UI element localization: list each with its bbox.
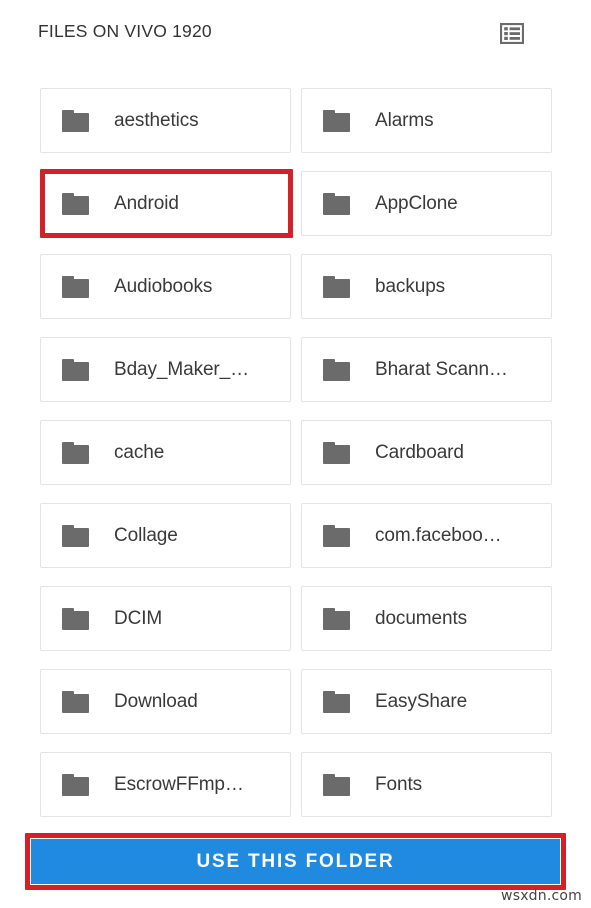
- folder-icon: [62, 773, 89, 796]
- folder-card[interactable]: documents: [301, 586, 552, 651]
- folder-label: Collage: [114, 524, 178, 546]
- folder-icon: [62, 690, 89, 713]
- folder-icon: [323, 607, 350, 630]
- folder-card[interactable]: Audiobooks: [40, 254, 291, 319]
- folder-icon: [323, 524, 350, 547]
- folder-label: Android: [114, 192, 179, 214]
- folder-label: AppClone: [375, 192, 458, 214]
- folder-card[interactable]: EscrowFFmp…: [40, 752, 291, 817]
- folder-label: EasyShare: [375, 690, 468, 712]
- folder-label: DCIM: [114, 607, 163, 629]
- folder-label: cache: [114, 441, 165, 463]
- list-view-toggle-button[interactable]: [496, 21, 528, 51]
- folder-card[interactable]: com.faceboo…: [301, 503, 552, 568]
- watermark: wsxdn.com: [501, 888, 582, 904]
- folder-label: Download: [114, 690, 198, 712]
- folder-icon: [62, 358, 89, 381]
- folder-card[interactable]: AppClone: [301, 171, 552, 236]
- folder-card[interactable]: aesthetics: [40, 88, 291, 153]
- folder-label: Alarms: [375, 109, 434, 131]
- folder-card[interactable]: Alarms: [301, 88, 552, 153]
- folder-icon: [62, 441, 89, 464]
- folder-icon: [323, 441, 350, 464]
- page-title: FILES ON VIVO 1920: [38, 21, 212, 41]
- list-view-icon: [499, 22, 525, 49]
- folder-card[interactable]: backups: [301, 254, 552, 319]
- folder-icon: [323, 109, 350, 132]
- folder-list: aesthetics Alarms Android AppClone Audiobook…: [40, 88, 553, 817]
- folder-icon: [323, 773, 350, 796]
- folder-card[interactable]: Fonts: [301, 752, 552, 817]
- folder-label: EscrowFFmp…: [114, 773, 244, 795]
- folder-icon: [323, 192, 350, 215]
- folder-label: Bharat Scann…: [375, 358, 508, 380]
- folder-icon: [323, 358, 350, 381]
- folder-card[interactable]: Bharat Scann…: [301, 337, 552, 402]
- folder-icon: [62, 524, 89, 547]
- folder-label: documents: [375, 607, 468, 629]
- folder-card[interactable]: Collage: [40, 503, 291, 568]
- folder-card[interactable]: EasyShare: [301, 669, 552, 734]
- folder-label: aesthetics: [114, 109, 199, 131]
- folder-card[interactable]: DCIM: [40, 586, 291, 651]
- folder-card[interactable]: Android: [40, 171, 291, 236]
- folder-card[interactable]: Bday_Maker_…: [40, 337, 291, 402]
- folder-card[interactable]: Cardboard: [301, 420, 552, 485]
- use-this-folder-button[interactable]: USE THIS FOLDER: [31, 839, 560, 884]
- folder-label: backups: [375, 275, 446, 297]
- folder-label: Audiobooks: [114, 275, 213, 297]
- folder-card[interactable]: cache: [40, 420, 291, 485]
- folder-card[interactable]: Download: [40, 669, 291, 734]
- folder-icon: [323, 275, 350, 298]
- folder-icon: [323, 690, 350, 713]
- folder-icon: [62, 192, 89, 215]
- folder-label: Cardboard: [375, 441, 464, 463]
- app-header: FILES ON VIVO 1920: [0, 0, 591, 68]
- folder-label: Bday_Maker_…: [114, 358, 250, 380]
- folder-icon: [62, 607, 89, 630]
- folder-label: com.faceboo…: [375, 524, 502, 546]
- folder-label: Fonts: [375, 773, 423, 795]
- folder-icon: [62, 275, 89, 298]
- folder-icon: [62, 109, 89, 132]
